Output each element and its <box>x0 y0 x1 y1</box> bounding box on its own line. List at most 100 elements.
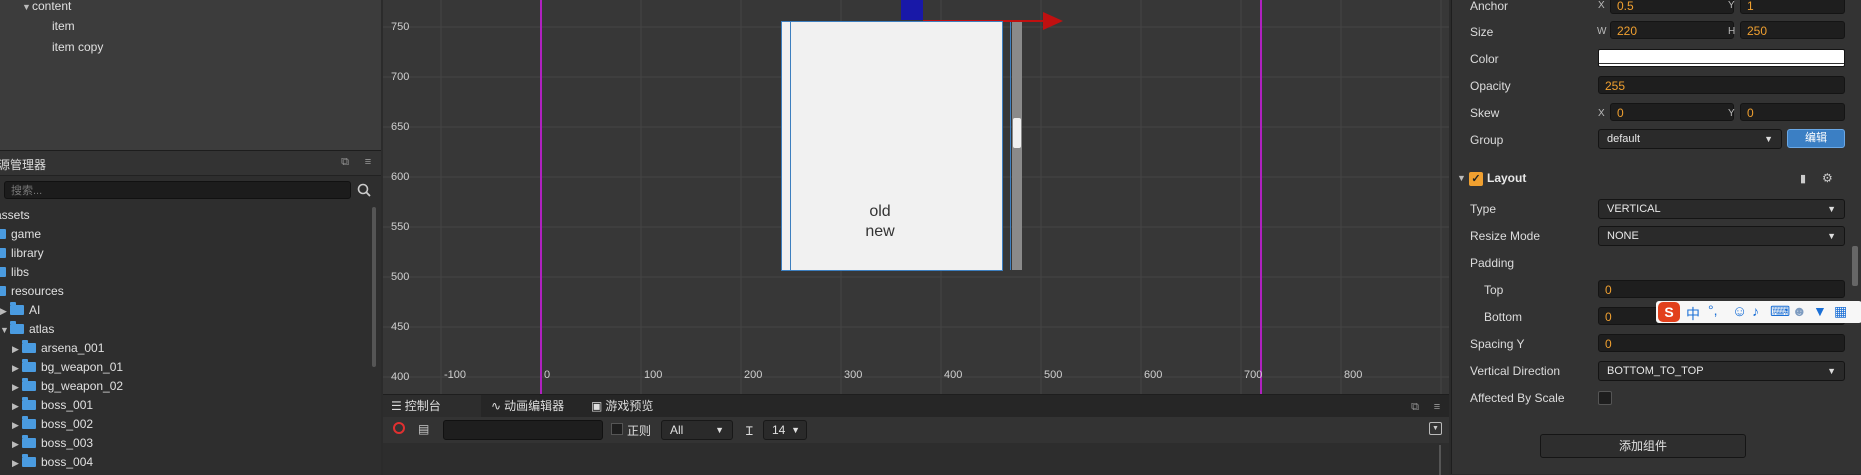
expand-arrow-icon[interactable]: ▶ <box>0 302 10 321</box>
layout-component-header[interactable]: ▼ ✓ Layout ▮ ⚙ <box>1452 168 1861 192</box>
group-select[interactable]: default ▼ <box>1598 129 1782 149</box>
tree-item-boss-002[interactable]: ▶ boss_002 <box>12 415 93 434</box>
tree-item-atlas[interactable]: ▼ atlas <box>0 320 54 339</box>
console-filter-input[interactable] <box>443 420 603 440</box>
affected-by-scale-checkbox[interactable] <box>1598 391 1612 405</box>
tab-label: 游戏预览 <box>605 399 654 413</box>
x-axis-label: 600 <box>1144 369 1163 381</box>
chevron-down-icon: ▼ <box>1827 366 1836 376</box>
skew-x-field[interactable]: 0 <box>1610 103 1734 121</box>
expand-arrow-icon[interactable]: ▶ <box>12 397 22 416</box>
scrollbar-thumb[interactable] <box>1013 118 1021 148</box>
x-axis-label: -100 <box>444 369 467 381</box>
node-label: item copy <box>52 40 104 54</box>
assets-panel: 资源管理器 ⧉ ≡ 搜索... assets game library libs… <box>0 150 381 475</box>
tree-item-boss-001[interactable]: ▶ boss_001 <box>12 396 93 415</box>
menu-icon[interactable]: ≡ <box>362 156 374 168</box>
assets-search-input[interactable]: 搜索... <box>4 181 351 199</box>
collapse-arrow-icon[interactable]: ▼ <box>1457 173 1466 183</box>
tree-item-boss-004[interactable]: ▶ boss_004 <box>12 453 93 472</box>
console-scrollbar[interactable] <box>1439 445 1441 475</box>
inspector-scrollbar[interactable] <box>1852 246 1858 286</box>
open-log-icon[interactable]: ▤ <box>418 422 429 436</box>
popout-icon[interactable]: ⧉ <box>1409 401 1421 413</box>
expand-arrow-icon[interactable]: ▶ <box>12 416 22 435</box>
expand-arrow-icon[interactable]: ▶ <box>12 340 22 359</box>
y-label: Y <box>1728 0 1735 11</box>
clear-icon[interactable] <box>393 422 405 434</box>
ime-chinese-toggle[interactable]: 中 <box>1686 304 1700 324</box>
tree-item-resources[interactable]: resources <box>0 282 64 301</box>
tree-label: bg_weapon_01 <box>41 360 124 374</box>
skin-shirt-icon[interactable]: ▼ <box>1813 303 1827 319</box>
tab-game-preview[interactable]: ▣ 游戏预览 <box>583 395 675 417</box>
menu-icon[interactable]: ≡ <box>1431 401 1443 413</box>
user-icon[interactable]: ☻ <box>1792 303 1807 319</box>
padding-top-field[interactable]: 0 <box>1598 280 1845 298</box>
tree-item-game[interactable]: game <box>0 225 41 244</box>
animation-icon: ∿ <box>491 399 502 413</box>
bounding-line <box>790 22 791 270</box>
spacing-y-field[interactable]: 0 <box>1598 334 1845 352</box>
tree-item-assets[interactable]: assets <box>0 206 30 225</box>
tree-label: library <box>11 246 44 260</box>
tab-animation-editor[interactable]: ∿ 动画编辑器 <box>483 395 583 417</box>
anchor-x-field[interactable]: 0.5 <box>1610 0 1734 14</box>
layout-enabled-checkbox[interactable]: ✓ <box>1469 172 1483 186</box>
assets-scrollbar[interactable] <box>372 207 376 367</box>
expand-arrow-icon[interactable]: ▶ <box>12 359 22 378</box>
scrollbar-track[interactable] <box>1012 22 1022 270</box>
edit-group-button[interactable]: 编辑 <box>1787 129 1845 148</box>
expand-arrow-icon[interactable]: ▶ <box>12 454 22 473</box>
expand-arrow-icon[interactable]: ▶ <box>12 435 22 454</box>
skew-y-field[interactable]: 0 <box>1740 103 1845 121</box>
anchor-y-field[interactable]: 1 <box>1740 0 1845 14</box>
scrollview-node[interactable]: old new <box>781 21 1022 271</box>
folder-icon <box>22 359 36 372</box>
console-toolbar: ▤ 正则 All ▼ Ɪ 14 ▼ ▼ <box>383 417 1449 443</box>
color-swatch[interactable] <box>1598 49 1845 67</box>
chevron-down-icon: ▼ <box>1827 204 1836 214</box>
scene-view[interactable]: old new 750 700 650 600 550 500 450 400 … <box>383 0 1449 394</box>
tree-label: AI <box>29 303 41 317</box>
size-width-field[interactable]: 220 <box>1610 21 1734 39</box>
padding-bottom-label: Bottom <box>1484 310 1523 324</box>
assets-title: 资源管理器 <box>0 158 47 172</box>
popout-icon[interactable]: ⧉ <box>339 156 351 168</box>
search-icon[interactable] <box>356 182 372 198</box>
ime-punctuation-toggle[interactable]: °, <box>1708 302 1718 318</box>
tree-item-bg-weapon-02[interactable]: ▶ bg_weapon_02 <box>12 377 123 396</box>
hierarchy-node-item[interactable]: item <box>52 17 75 35</box>
log-level-select[interactable]: All ▼ <box>661 420 733 440</box>
tree-item-arsena-001[interactable]: ▶ arsena_001 <box>12 339 104 358</box>
tree-item-libs[interactable]: libs <box>0 263 29 282</box>
ime-logo-icon[interactable]: S <box>1658 302 1680 322</box>
vertical-direction-select[interactable]: BOTTOM_TO_TOP ▼ <box>1598 361 1845 381</box>
help-book-icon[interactable]: ▮ <box>1800 172 1806 185</box>
expand-arrow-icon[interactable]: ▼ <box>22 0 32 16</box>
size-height-field[interactable]: 250 <box>1740 21 1845 39</box>
ime-toolbar[interactable]: S 中 °, ☺ ♪ ⌨ ☻ ▼ ▦ <box>1656 301 1861 323</box>
tree-item-ai[interactable]: ▶ AI <box>0 301 40 320</box>
layout-type-select[interactable]: VERTICAL ▼ <box>1598 199 1845 219</box>
grid-menu-icon[interactable]: ▦ <box>1834 303 1847 320</box>
regex-checkbox[interactable] <box>611 423 623 435</box>
tab-console[interactable]: ☰ 控制台 <box>383 395 481 417</box>
font-size-select[interactable]: 14 ▼ <box>763 420 807 440</box>
hierarchy-node-content[interactable]: ▼content <box>22 0 71 15</box>
tree-item-boss-003[interactable]: ▶ boss_003 <box>12 434 93 453</box>
tree-item-library[interactable]: library <box>0 244 44 263</box>
expand-arrow-icon[interactable]: ▶ <box>12 378 22 397</box>
resize-mode-select[interactable]: NONE ▼ <box>1598 226 1845 246</box>
expand-arrow-icon[interactable]: ▼ <box>0 321 10 340</box>
gear-icon[interactable]: ⚙ <box>1822 171 1833 185</box>
keyboard-icon[interactable]: ⌨ <box>1770 303 1790 320</box>
emoji-icon[interactable]: ☺ <box>1732 303 1747 320</box>
microphone-icon[interactable]: ♪ <box>1752 303 1759 319</box>
tree-item-bg-weapon-01[interactable]: ▶ bg_weapon_01 <box>12 358 123 377</box>
add-component-button[interactable]: 添加组件 <box>1540 434 1746 458</box>
collapse-icon[interactable]: ▼ <box>1429 422 1442 435</box>
folder-icon <box>0 248 6 258</box>
hierarchy-node-item-copy[interactable]: item copy <box>52 38 103 56</box>
opacity-field[interactable]: 255 <box>1598 76 1845 94</box>
